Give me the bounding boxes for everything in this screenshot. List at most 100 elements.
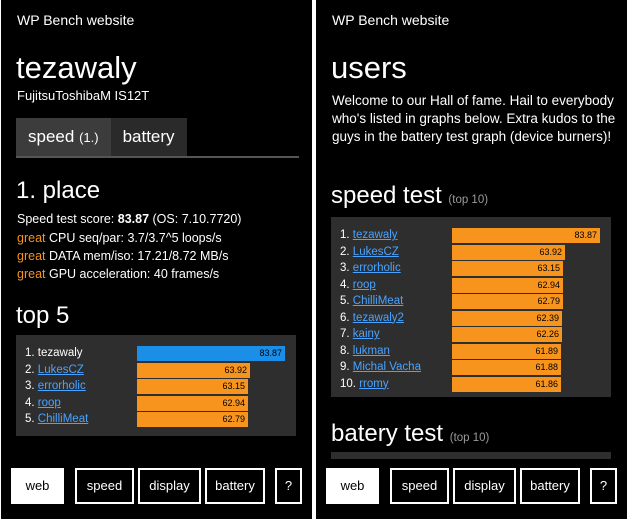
top5-chart: 1. tezawaly 83.87 2. LukesCZ 63.92 3. errorh…	[16, 335, 296, 436]
stat-gpu: great GPU acceleration: 40 frames/s	[17, 265, 219, 283]
appbar-button-display[interactable]: display	[138, 468, 201, 504]
rank-label: 6. tezawaly2	[340, 310, 404, 326]
rank-row[interactable]: 5. ChilliMeat 62.79	[16, 411, 296, 427]
user-link[interactable]: ChilliMeat	[353, 295, 404, 307]
user-link[interactable]: tezawaly2	[353, 312, 404, 324]
rank-row[interactable]: 4. roop 62.94	[331, 277, 611, 293]
rank-label: 1. tezawaly	[340, 227, 398, 243]
score-value: 61.88	[535, 362, 558, 372]
battery-test-title: batery test	[331, 420, 444, 447]
rank-label: 10. rromy	[340, 376, 389, 392]
rank-label: 4. roop	[25, 395, 61, 411]
score-value: 63.15	[537, 263, 560, 273]
rank-label: 8. lukman	[340, 343, 390, 359]
app-title: WP Bench website	[332, 12, 450, 28]
rank-row[interactable]: 4. roop 62.94	[16, 395, 296, 411]
rank-row[interactable]: 7. kainy 62.26	[331, 326, 611, 342]
rank-number: 3.	[25, 380, 38, 392]
top5-heading: top 5	[16, 302, 70, 329]
battery-test-heading: batery test (top 10)	[331, 420, 489, 452]
user-link[interactable]: kainy	[353, 328, 380, 340]
appbar-button-web[interactable]: web	[326, 468, 379, 504]
appbar-button-help[interactable]: ?	[275, 468, 302, 504]
rank-row[interactable]: 3. errorholic 63.15	[16, 378, 296, 394]
page-title: users	[331, 50, 407, 85]
user-link[interactable]: Michal Vacha	[353, 361, 421, 373]
score-value: 63.15	[222, 381, 245, 391]
rank-label: 9. Michal Vacha	[340, 359, 421, 375]
battery-chart-top	[331, 452, 611, 459]
appbar-button-battery[interactable]: battery	[205, 468, 265, 504]
tab-battery-label: battery	[122, 127, 175, 146]
rank-row[interactable]: 2. LukesCZ 63.92	[331, 244, 611, 260]
rank-row[interactable]: 10. rromy 61.86	[331, 376, 611, 392]
intro-text: Welcome to our Hall of fame. Hail to eve…	[332, 93, 616, 144]
user-link[interactable]: LukesCZ	[38, 364, 84, 376]
user-link[interactable]: tezawaly	[353, 229, 398, 241]
device-name: FujitsuToshibaM IS12T	[17, 88, 150, 103]
grade-label: great	[17, 267, 46, 281]
score-bar: 62.39	[452, 310, 562, 326]
rank-number: 5.	[340, 295, 353, 307]
rank-row[interactable]: 5. ChilliMeat 62.79	[331, 293, 611, 309]
appbar-button-speed[interactable]: speed	[390, 468, 449, 504]
score-value: 63.92	[224, 364, 247, 375]
stat-text: CPU seq/par: 3.7/3.7^5 loops/s	[45, 231, 222, 245]
rank-label: 3. errorholic	[340, 260, 401, 276]
speed-test-title: speed test	[331, 182, 442, 209]
user-link[interactable]: roop	[38, 397, 61, 409]
app-title: WP Bench website	[17, 12, 135, 28]
user-link[interactable]: ChilliMeat	[38, 413, 89, 425]
battery-test-sub: (top 10)	[449, 432, 490, 444]
stat-text: GPU acceleration: 40 frames/s	[45, 267, 220, 281]
score-bar: 62.94	[452, 277, 563, 293]
rank-row[interactable]: 3. errorholic 63.15	[331, 260, 611, 276]
rank-row[interactable]: 9. Michal Vacha 61.88	[331, 359, 611, 375]
rank-label: 2. LukesCZ	[25, 362, 84, 378]
user-link[interactable]: LukesCZ	[353, 246, 399, 258]
appbar-button-speed[interactable]: speed	[75, 468, 134, 504]
rank-row[interactable]: 8. lukman 61.89	[331, 343, 611, 359]
user-link[interactable]: errorholic	[38, 380, 86, 392]
rank-number: 4.	[25, 396, 38, 409]
stat-text: DATA mem/iso: 17.21/8.72 MB/s	[45, 249, 229, 263]
rank-label: 4. roop	[340, 277, 376, 293]
rank-number: 2.	[25, 363, 38, 376]
rank-row[interactable]: 1. tezawaly 83.87	[331, 227, 611, 243]
stat-data: great DATA mem/iso: 17.21/8.72 MB/s	[17, 247, 228, 265]
score-value: 83.87	[259, 348, 282, 358]
rank-number: 10.	[340, 377, 360, 390]
user-link[interactable]: errorholic	[353, 262, 401, 274]
rank-number: 3.	[340, 262, 353, 274]
user-link[interactable]: lukman	[353, 345, 390, 357]
grade-label: great	[17, 249, 46, 263]
score-value: 62.94	[222, 397, 245, 408]
appbar-button-battery[interactable]: battery	[520, 468, 580, 504]
rank-label: 5. ChilliMeat	[340, 293, 403, 309]
score-bar: 62.79	[137, 412, 248, 427]
page-title: tezawaly	[16, 50, 137, 85]
score-value: 62.39	[536, 312, 559, 323]
score-prefix: Speed test score:	[17, 212, 118, 226]
rank-row[interactable]: 6. tezawaly2 62.39	[331, 310, 611, 326]
appbar-button-help[interactable]: ?	[590, 468, 617, 504]
score-value: 63.92	[539, 246, 562, 257]
score-value: 62.79	[537, 296, 560, 306]
user-link[interactable]: rromy	[359, 378, 388, 390]
score-value: 83.87	[574, 230, 597, 240]
score-os: (OS: 7.10.7720)	[149, 212, 242, 226]
score-bar: 63.15	[452, 261, 563, 276]
score-value: 62.26	[536, 329, 559, 339]
score-bar: 63.15	[137, 379, 248, 394]
stat-cpu: great CPU seq/par: 3.7/3.7^5 loops/s	[17, 229, 222, 247]
appbar-button-web[interactable]: web	[11, 468, 64, 504]
right-phone-screen: WP Bench website users Welcome to our Ha…	[316, 0, 627, 519]
appbar-button-display[interactable]: display	[453, 468, 516, 504]
rank-number: 9.	[340, 361, 353, 373]
user-link[interactable]: roop	[353, 279, 376, 291]
tab-speed[interactable]: speed (1.)	[16, 118, 111, 156]
tab-battery[interactable]: battery	[110, 118, 187, 156]
tab-speed-count: (1.)	[79, 130, 99, 145]
rank-row[interactable]: 2. LukesCZ 63.92	[16, 362, 296, 378]
rank-number: 5.	[25, 413, 38, 425]
